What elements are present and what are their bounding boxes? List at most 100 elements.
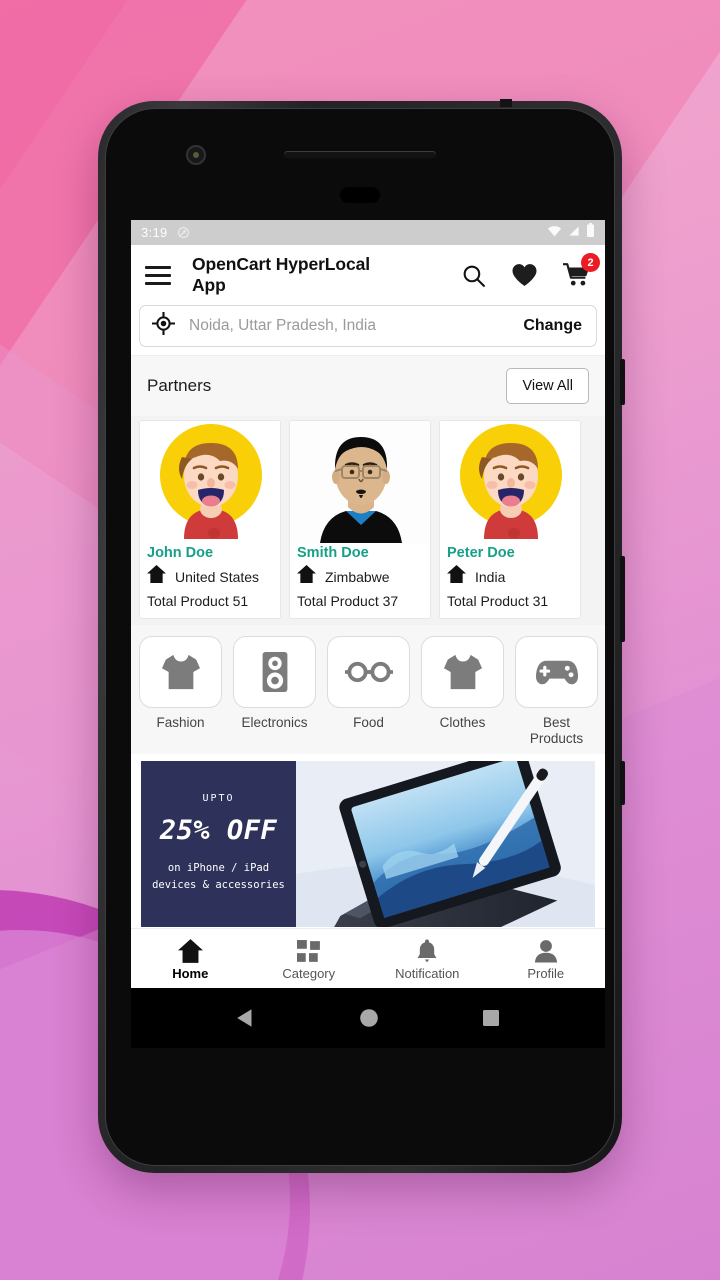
partner-country: Zimbabwe <box>325 568 390 585</box>
status-bar-right-icons <box>547 223 595 242</box>
partner-country-row: Zimbabwe <box>297 565 423 588</box>
partner-country: United States <box>175 568 260 585</box>
location-bar[interactable]: Noida, Uttar Pradesh, India Change <box>139 305 597 348</box>
phone-side-button-1 <box>620 359 625 405</box>
gamepad-icon <box>515 636 598 709</box>
app-bar: OpenCart HyperLocal App 2 <box>131 245 605 304</box>
phone-mockup: 3:19 OpenCart HyperLocal App 2 Noida, Ut… <box>98 99 625 1173</box>
app-bar-actions: 2 <box>461 253 600 288</box>
partner-info: Peter Doe India Total Product 31 <box>440 543 580 618</box>
bell-icon <box>368 937 487 963</box>
partner-info: John Doe United States Total Product 51 <box>140 543 280 618</box>
signal-icon <box>567 224 581 242</box>
rotation-lock-icon <box>177 226 190 239</box>
cartoon-boy-avatar <box>140 421 280 544</box>
battery-icon <box>586 223 595 242</box>
partner-card[interactable]: Smith Doe Zimbabwe Total Product 37 <box>289 420 431 620</box>
category-item-food[interactable]: Food <box>327 636 410 746</box>
gps-target-icon[interactable] <box>151 311 176 340</box>
phone-bezel: 3:19 OpenCart HyperLocal App 2 Noida, Ut… <box>105 108 615 1166</box>
home-circle-icon[interactable] <box>358 1007 380 1029</box>
man-glasses-avatar <box>290 421 430 544</box>
cartoon-boy-avatar <box>440 421 580 544</box>
cart-icon[interactable]: 2 <box>563 253 600 288</box>
bottom-nav-item-home[interactable]: Home <box>131 937 250 981</box>
category-label: Clothes <box>439 715 486 731</box>
partner-card[interactable]: Peter Doe India Total Product 31 <box>439 420 581 620</box>
status-bar-time: 3:19 <box>141 225 168 240</box>
partner-country-row: United States <box>147 565 273 588</box>
back-triangle-icon[interactable] <box>235 1007 257 1029</box>
tshirt-icon <box>139 636 222 709</box>
partners-title: Partners <box>147 376 212 396</box>
partner-name: John Doe <box>147 545 214 562</box>
category-item-electronics[interactable]: Electronics <box>233 636 316 746</box>
partner-name: Smith Doe <box>297 545 369 562</box>
recents-square-icon[interactable] <box>481 1008 501 1028</box>
person-icon <box>487 937 606 963</box>
partner-name: Peter Doe <box>447 545 515 562</box>
tshirt-icon <box>421 636 504 709</box>
category-label: Food <box>353 715 384 731</box>
partners-list[interactable]: John Doe United States Total Product 51 <box>131 416 605 626</box>
partner-info: Smith Doe Zimbabwe Total Product 37 <box>290 543 430 618</box>
category-label: Best Products <box>529 715 584 746</box>
category-item-clothes[interactable]: Clothes <box>421 636 504 746</box>
phone-side-button-3 <box>620 761 625 805</box>
cart-badge: 2 <box>581 253 600 273</box>
home-icon <box>131 937 250 963</box>
category-item-best-products[interactable]: Best Products <box>515 636 598 746</box>
promo-banner[interactable]: UPTO 25% OFF on iPhone / iPad devices & … <box>141 760 595 927</box>
home-icon <box>447 565 466 588</box>
partner-total-products: Total Product 37 <box>297 593 399 610</box>
phone-screen: 3:19 OpenCart HyperLocal App 2 Noida, Ut… <box>131 220 605 1048</box>
category-label: Electronics <box>241 715 308 731</box>
categories-list[interactable]: Fashion Electronics Food Clothes Best Pr… <box>131 625 605 754</box>
front-camera-icon <box>186 145 206 165</box>
tablet-with-stylus-image <box>296 760 595 927</box>
front-sensor <box>340 187 380 203</box>
home-icon <box>147 565 166 588</box>
bottom-nav-label: Notification <box>395 965 460 981</box>
heart-icon[interactable] <box>511 263 538 287</box>
earpiece-speaker <box>284 151 436 158</box>
bottom-nav-label: Category <box>282 965 336 981</box>
android-navigation-bar[interactable] <box>131 988 605 1048</box>
partner-card[interactable]: John Doe United States Total Product 51 <box>139 420 281 620</box>
bottom-nav-label: Home <box>172 965 209 981</box>
search-icon[interactable] <box>461 263 486 288</box>
promo-headline: 25% OFF <box>159 815 278 847</box>
hamburger-menu-icon[interactable] <box>145 265 171 285</box>
speaker-icon <box>233 636 316 709</box>
category-item-fashion[interactable]: Fashion <box>139 636 222 746</box>
view-all-button[interactable]: View All <box>506 368 589 405</box>
partner-total-products: Total Product 31 <box>447 593 549 610</box>
category-label: Fashion <box>156 715 205 731</box>
phone-side-button-2 <box>620 556 625 642</box>
location-value: Noida, Uttar Pradesh, India <box>189 317 376 335</box>
partner-country: India <box>475 568 506 585</box>
bottom-nav-item-notification[interactable]: Notification <box>368 937 487 981</box>
bottom-nav-label: Profile <box>527 965 565 981</box>
home-icon <box>297 565 316 588</box>
grid-icon <box>250 937 369 963</box>
promo-upto-label: UPTO <box>202 793 235 805</box>
partner-country-row: India <box>447 565 573 588</box>
app-title: OpenCart HyperLocal App <box>192 254 371 296</box>
bottom-navigation[interactable]: Home Category Notification Profile <box>131 928 605 988</box>
promo-banner-wrapper: UPTO 25% OFF on iPhone / iPad devices & … <box>131 753 605 933</box>
bottom-nav-item-profile[interactable]: Profile <box>487 937 606 981</box>
status-bar: 3:19 <box>131 220 605 245</box>
bottom-nav-item-category[interactable]: Category <box>250 937 369 981</box>
partner-total-products: Total Product 51 <box>147 593 249 610</box>
wifi-icon <box>547 224 562 242</box>
partners-section-header: Partners View All <box>131 355 605 417</box>
phone-antenna-band <box>500 99 512 107</box>
promo-subtext-line1: on iPhone / iPad <box>167 862 270 875</box>
change-location-button[interactable]: Change <box>523 317 582 335</box>
glasses-icon <box>327 636 410 709</box>
promo-banner-text: UPTO 25% OFF on iPhone / iPad devices & … <box>141 760 296 927</box>
promo-subtext: on iPhone / iPad devices & accessories <box>152 860 285 895</box>
promo-subtext-line2: devices & accessories <box>152 879 285 892</box>
location-bar-wrapper: Noida, Uttar Pradesh, India Change <box>131 303 605 356</box>
